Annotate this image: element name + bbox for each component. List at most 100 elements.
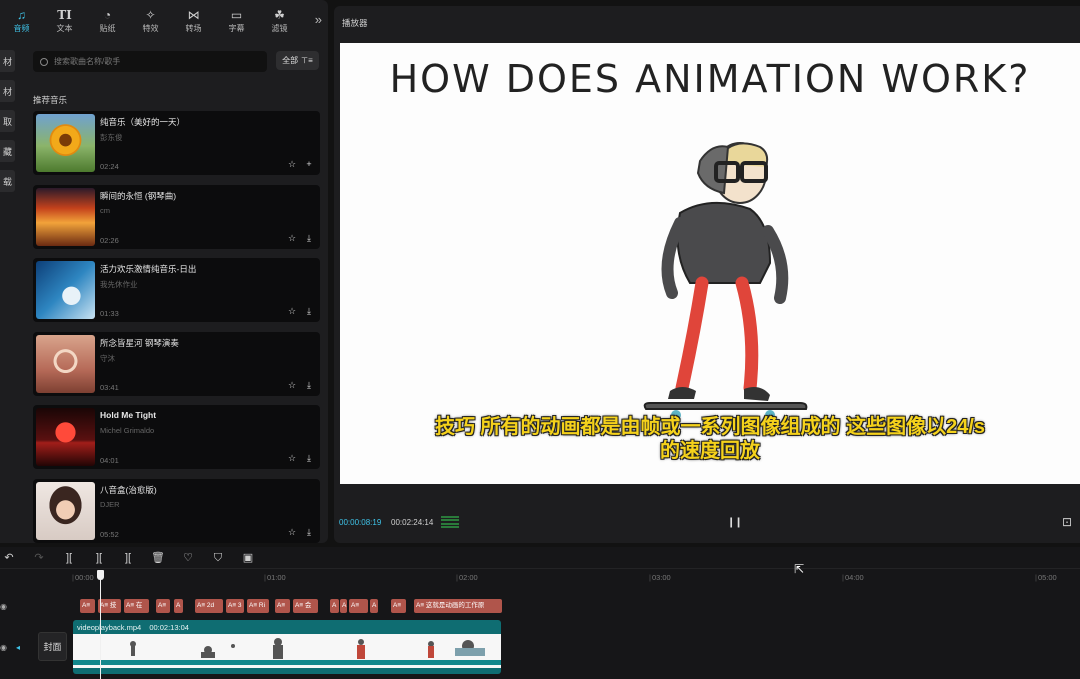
ruler-tick: 01:00 [264, 573, 286, 582]
download-icon[interactable]: ⤓ [303, 452, 315, 464]
album-cover-portrait [36, 481, 95, 540]
music-item[interactable]: 所念皆星河 钢琴演奏 守沐 03:41 ☆ ⤓ [33, 331, 320, 396]
subtitle-clip[interactable]: A≡ 3 [226, 599, 244, 613]
ruler-tick: 02:00 [456, 573, 478, 582]
side-tab-4[interactable]: 藏 [0, 140, 15, 162]
audio-waveform-bar [73, 660, 501, 665]
favorite-icon[interactable]: ☆ [286, 158, 298, 170]
tab-audio[interactable]: ♫ 音频 [0, 0, 43, 40]
tab-sticker[interactable]: ◔ 贴纸 [86, 0, 129, 40]
more-tabs-icon[interactable]: » [315, 12, 322, 27]
album-cover-red-sun [36, 408, 95, 466]
subtitle-clip[interactable]: A≡ [80, 599, 95, 613]
favorite-icon[interactable]: ☆ [286, 526, 298, 538]
shield-icon[interactable]: ⛉ [211, 551, 225, 565]
side-tabs: 材 材 取 藏 载 [0, 50, 16, 200]
track-duration: 05:52 [100, 529, 119, 539]
clip-label: videoplayback.mp4 00:02:13:04 [77, 623, 189, 632]
subtitle-line-2: 的速度回放 [660, 440, 760, 462]
favorite-icon[interactable]: ☆ [286, 379, 298, 391]
video-preview[interactable]: HOW DOES ANIMATION WORK? 技巧 所有的动画都是由帧或一系… [340, 43, 1080, 484]
track-name: 纯音乐（美好的一天） [100, 117, 186, 127]
favorite-icon[interactable]: ☆ [286, 452, 298, 464]
undo-icon[interactable]: ↶ [2, 551, 16, 565]
tab-transition[interactable]: ⋈ 转场 [172, 0, 215, 40]
album-cover-sunflower [36, 114, 95, 172]
music-item[interactable]: 纯音乐（美好的一天） 彭东俊 02:24 ☆ + [33, 111, 320, 175]
tab-caption[interactable]: ▭ 字幕 [215, 0, 258, 40]
subtitle-clip[interactable]: A [174, 599, 183, 613]
eye-icon[interactable]: ◉ [0, 643, 8, 652]
track-duration: 01:33 [100, 309, 119, 318]
image-frame-icon[interactable]: ▣ [241, 551, 255, 565]
album-cover-rainbow [36, 334, 95, 393]
music-item[interactable]: Hold Me Tight Michel Grimaldo 04:01 ☆ ⤓ [33, 405, 320, 469]
music-item[interactable]: 活力欢乐激情纯音乐-日出 我先休作业 01:33 ☆ ⤓ [33, 258, 320, 322]
track-name: 活力欢乐激情纯音乐-日出 [100, 264, 197, 274]
tab-effects[interactable]: ✧ 特效 [129, 0, 172, 40]
text-icon: TI [57, 8, 72, 22]
ruler-tick: 00:00 [72, 573, 94, 582]
side-tab-3[interactable]: 取 [0, 110, 15, 132]
audio-icon[interactable]: ◂ [16, 643, 24, 652]
player-panel: 播放器 HOW DOES ANIMATION WORK? 技巧 所有的动画都是由… [334, 6, 1080, 543]
subtitle-clip[interactable]: A [370, 599, 378, 613]
subtitle-line-1: 技巧 所有的动画都是由帧或一系列图像组成的 这些图像以24/s [434, 416, 986, 438]
filter-button[interactable]: 全部 ⊤≡ [276, 51, 319, 70]
music-icon: ♫ [17, 8, 26, 22]
track-duration: 02:24 [100, 162, 119, 171]
time-ruler[interactable]: 00:00 01:00 02:00 03:00 04:00 05:00 [0, 569, 1080, 587]
track-name: 八音盒(治愈版) [100, 484, 157, 495]
current-time: 00:00:08:19 [339, 518, 382, 527]
transition-icon: ⋈ [187, 8, 200, 22]
side-tab-1[interactable]: 材 [0, 50, 15, 72]
eye-icon[interactable]: ◉ [0, 602, 8, 611]
music-item[interactable]: 八音盒(治愈版) DJER 05:52 ☆ ⤓ [33, 478, 320, 543]
download-icon[interactable]: ⤓ [303, 526, 315, 538]
favorite-icon[interactable]: ☆ [286, 305, 298, 317]
split-right-icon[interactable]: ][ [121, 551, 135, 565]
clip-duration: 00:02:13:04 [149, 623, 189, 632]
cover-button[interactable]: 封面 [38, 632, 67, 661]
marker-icon[interactable]: ♡ [181, 551, 195, 565]
subtitle-clip[interactable]: A [340, 599, 347, 613]
track-name: 瞬间的永恒 (钢琴曲) [100, 190, 177, 201]
download-icon[interactable]: ⤓ [303, 379, 315, 391]
subtitle-clip[interactable]: A≡ 这就是动画的工作原 [414, 599, 502, 613]
favorite-icon[interactable]: ☆ [286, 232, 298, 244]
subtitle-clip[interactable]: A≡ [156, 599, 170, 613]
ruler-tick: 04:00 [842, 573, 864, 582]
track-artist: 我先休作业 [100, 280, 138, 289]
music-item[interactable]: 瞬间的永恒 (钢琴曲) cm 02:26 ☆ ⤓ [33, 184, 320, 249]
search-input[interactable] [54, 57, 254, 66]
subtitle-clip[interactable]: A≡ [391, 599, 406, 613]
fullscreen-icon[interactable]: ⊡ [1060, 515, 1074, 529]
sticker-icon: ◔ [103, 8, 112, 22]
subtitle-clip[interactable]: A≡ [275, 599, 290, 613]
track-artist: Michel Grimaldo [100, 426, 155, 435]
subtitle-clip[interactable]: A≡ 2d [195, 599, 223, 613]
playhead[interactable] [97, 570, 104, 679]
download-icon[interactable]: ⤓ [303, 305, 315, 317]
delete-icon[interactable]: 🗑 [151, 551, 165, 565]
video-title-text: HOW DOES ANIMATION WORK? [389, 57, 1031, 101]
redo-icon[interactable]: ↷ [32, 551, 46, 565]
subtitle-clip[interactable]: A≡ 会 [293, 599, 318, 613]
pause-icon[interactable]: ❙❙ [727, 517, 743, 528]
tab-filter[interactable]: ☘ 滤镜 [258, 0, 301, 40]
video-clip[interactable]: videoplayback.mp4 00:02:13:04 [73, 620, 501, 674]
subtitle-clip[interactable]: A≡ 在 [124, 599, 149, 613]
add-icon[interactable]: + [303, 158, 315, 170]
side-tab-2[interactable]: 材 [0, 80, 15, 102]
subtitle-clip[interactable]: A≡ [349, 599, 368, 613]
music-search[interactable] [33, 51, 267, 72]
tab-text[interactable]: TI 文本 [43, 0, 86, 40]
subtitle-clip[interactable]: A≡ Ri [247, 599, 269, 613]
subtitle-clip[interactable]: A≡ 技 [98, 599, 121, 613]
side-tab-5[interactable]: 载 [0, 170, 15, 192]
split-icon[interactable]: ][ [62, 551, 76, 565]
download-icon[interactable]: ⤓ [303, 232, 315, 244]
subtitle-clip[interactable]: A [330, 599, 339, 613]
split-left-icon[interactable]: ][ [92, 551, 106, 565]
track-artist: 彭东俊 [100, 133, 123, 142]
